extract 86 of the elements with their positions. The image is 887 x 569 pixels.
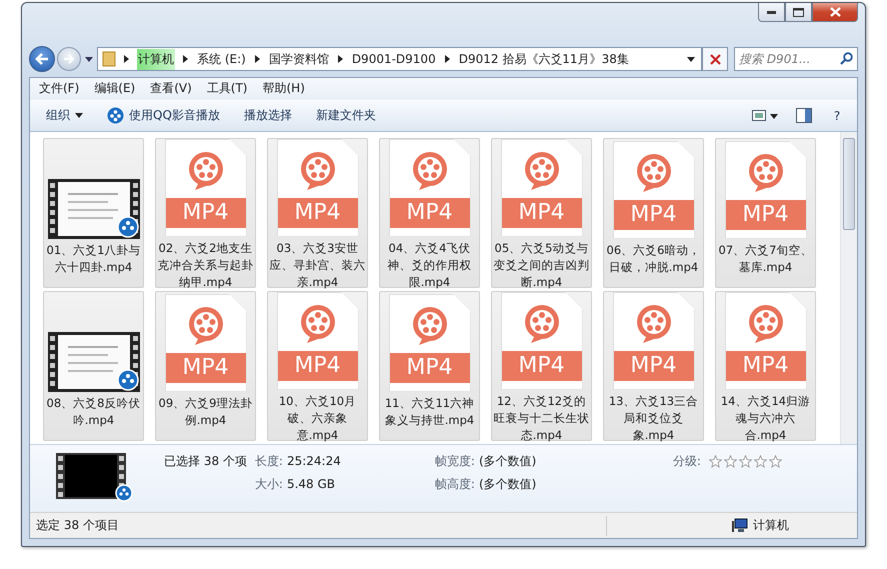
menu-item[interactable]: 工具(T): [206, 80, 248, 98]
file-item[interactable]: MP4 14、六爻14归游魂与六冲六合.mp4: [715, 290, 816, 441]
help-button[interactable]: ?: [827, 106, 847, 126]
chevron-icon[interactable]: [254, 55, 260, 63]
maximize-button[interactable]: [785, 3, 812, 22]
breadcrumb[interactable]: 国学资料馆: [268, 48, 330, 70]
film-reel-icon: [107, 107, 124, 124]
file-item[interactable]: MP4 04、六爻4飞伏神、爻的作用权限.mp4: [379, 138, 480, 288]
caret-icon[interactable]: [85, 56, 93, 62]
menu-item[interactable]: 编辑(E): [94, 80, 136, 98]
search-icon: [840, 52, 853, 65]
property-value: (多个数值): [478, 452, 536, 470]
mp4-file-icon: MP4: [276, 138, 358, 237]
play-selection-button[interactable]: 播放选择: [234, 103, 302, 128]
breadcrumb[interactable]: D9012 拾易《六爻11月》38集: [458, 48, 630, 70]
mp4-file-icon: MP4: [164, 138, 246, 237]
address-bar[interactable]: 计算机 系统 (E:) 国学资料馆 D9001-D9100 D9012 拾易《六爻11月》38集: [97, 47, 702, 71]
file-item[interactable]: MP4 10、六爻10月破、六亲象意.mp4: [267, 290, 368, 441]
play-with-button[interactable]: 使用QQ影音播放: [97, 103, 230, 128]
file-item[interactable]: MP4 12、六爻12爻的旺衰与十二长生状态.mp4: [491, 290, 592, 441]
file-item[interactable]: MP4 02、六爻2地支生克冲合关系与起卦纳甲.mp4: [155, 138, 256, 288]
file-item[interactable]: 01、六爻1八卦与六十四卦.mp4: [43, 138, 144, 288]
file-item[interactable]: MP4 09、六爻9理法卦例.mp4: [155, 290, 256, 441]
mp4-file-icon: MP4: [276, 292, 358, 390]
property-value: (多个数值): [478, 476, 536, 493]
property-label: 帧宽度:: [434, 452, 475, 470]
chevron-icon[interactable]: [338, 55, 343, 63]
file-item[interactable]: MP4 11、六爻11六神象义与持世.mp4: [379, 290, 480, 441]
file-item[interactable]: MP4 13、六爻13三合局和爻位爻象.mp4: [603, 290, 704, 441]
file-item[interactable]: MP4 05、六爻5动爻与变爻之间的吉凶判断.mp4: [491, 138, 592, 288]
property-label: 大小:: [254, 476, 283, 493]
property-value: 25:24:24: [286, 454, 341, 468]
mp4-file-icon: MP4: [500, 292, 582, 390]
star-icon[interactable]: [754, 454, 767, 468]
star-icon[interactable]: [768, 454, 782, 468]
computer-icon: [732, 518, 748, 534]
selection-count: 已选择 38 个项: [164, 452, 247, 470]
scrollbar[interactable]: [840, 132, 857, 444]
status-text: 选定 38 个项目: [36, 517, 119, 534]
new-folder-button[interactable]: 新建文件夹: [306, 103, 386, 128]
close-icon: [830, 7, 840, 17]
minimize-button[interactable]: [758, 3, 785, 22]
property-label: 帧高度:: [434, 476, 475, 493]
property-label: 长度:: [254, 452, 283, 470]
breadcrumb[interactable]: 计算机: [137, 48, 175, 70]
forward-arrow-icon: [63, 54, 75, 64]
back-arrow-icon: [35, 53, 49, 65]
mp4-file-icon: MP4: [388, 138, 470, 237]
menu-item[interactable]: 文件(F): [39, 80, 80, 98]
pane-icon: [796, 108, 812, 124]
mp4-file-icon: MP4: [388, 294, 470, 392]
clear-button[interactable]: [702, 47, 728, 71]
menu-item[interactable]: 帮助(H): [262, 80, 305, 98]
star-icon[interactable]: [738, 454, 752, 468]
breadcrumb[interactable]: 系统 (E:): [196, 48, 247, 70]
menu-item[interactable]: 查看(V): [150, 80, 192, 98]
maximize-icon: [793, 8, 804, 16]
view-icon: [752, 110, 778, 122]
mp4-file-icon: MP4: [724, 140, 806, 239]
mp4-file-icon: MP4: [612, 292, 694, 390]
mp4-file-icon: MP4: [724, 292, 806, 390]
close-icon: [710, 54, 720, 64]
chevron-icon[interactable]: [124, 55, 129, 63]
file-item[interactable]: MP4 03、六爻3安世应、寻卦宫、装六亲.mp4: [267, 138, 368, 288]
file-item[interactable]: 08、六爻8反吟伏吟.mp4: [43, 290, 144, 441]
star-icon[interactable]: [724, 454, 737, 468]
mp4-file-icon: MP4: [612, 140, 694, 239]
search-field[interactable]: 搜索 D901...: [734, 47, 858, 71]
chevron-icon[interactable]: [444, 55, 450, 63]
chevron-icon[interactable]: [183, 55, 188, 63]
mp4-file-icon: MP4: [164, 294, 246, 392]
close-button[interactable]: [812, 3, 858, 22]
property-label: 分级:: [672, 452, 701, 470]
status-location: 计算机: [753, 517, 789, 534]
caret-icon[interactable]: [687, 56, 695, 62]
file-item[interactable]: MP4 07、六爻7旬空、墓库.mp4: [715, 138, 816, 288]
file-item[interactable]: MP4 06、六爻6暗动，日破，冲脱.mp4: [603, 138, 704, 288]
minimize-icon: [766, 10, 776, 14]
folder-icon: [102, 51, 116, 67]
breadcrumb[interactable]: D9001-D9100: [350, 50, 437, 68]
back-button[interactable]: [29, 46, 55, 72]
property-value: 5.48 GB: [286, 477, 336, 492]
caret-icon: [75, 113, 83, 118]
mp4-file-icon: MP4: [500, 138, 582, 237]
organize-button[interactable]: 组织: [36, 103, 93, 128]
star-icon[interactable]: [708, 454, 722, 468]
